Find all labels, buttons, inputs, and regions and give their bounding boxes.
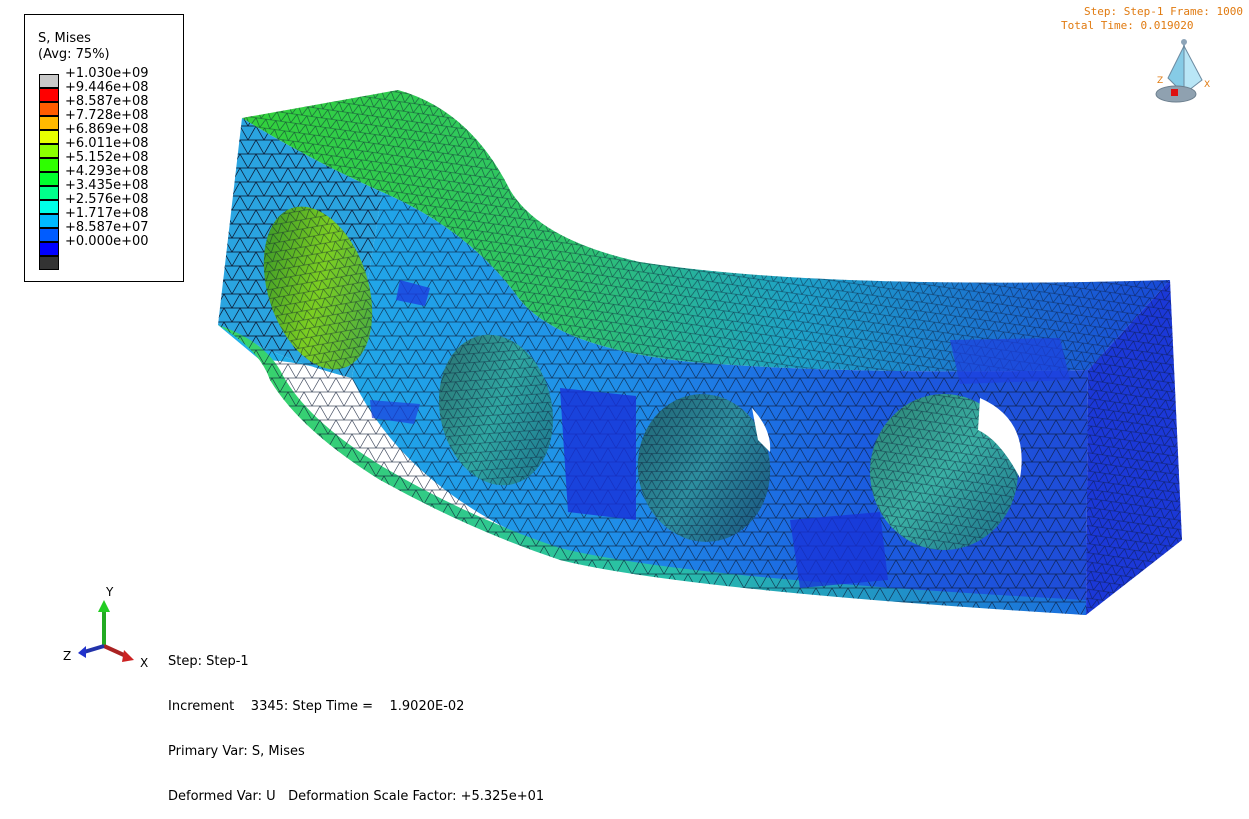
model-viewport[interactable]: Y X Z Z X <box>0 0 1249 707</box>
info-step: Step: Step-1 <box>168 654 249 669</box>
triad-x-label: X <box>140 656 148 670</box>
triad-z-label: Z <box>63 649 71 663</box>
view-cube[interactable]: Z X <box>1155 39 1210 103</box>
info-primary-var: Primary Var: S, Mises <box>168 744 305 759</box>
viewport-info: Step: Step-1 Increment 3345: Step Time =… <box>168 624 544 819</box>
info-deformed-var: Deformed Var: U Deformation Scale Factor… <box>168 789 545 804</box>
view-cube-x-label: X <box>1204 80 1210 90</box>
triad-y-label: Y <box>105 585 114 599</box>
view-cube-z-label: Z <box>1157 76 1163 86</box>
axis-triad: Y X Z <box>63 585 148 670</box>
